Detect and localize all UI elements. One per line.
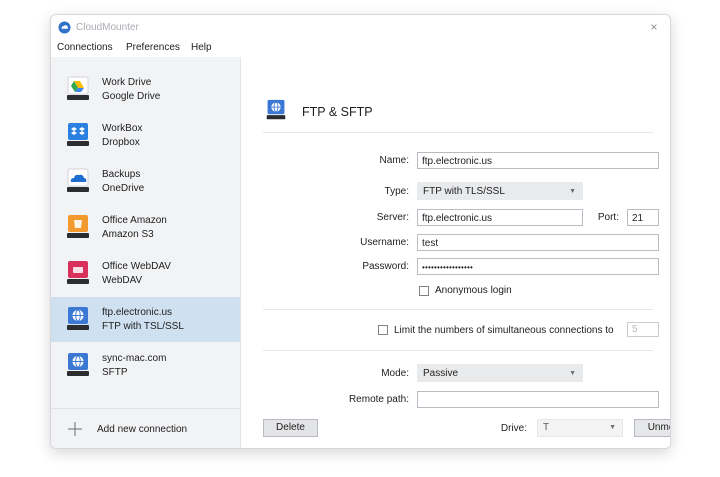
anonymous-login-label: Anonymous login [435,285,512,296]
dropbox-icon [65,121,91,149]
page-title: FTP & SFTP [302,105,373,119]
connection-name: Office Amazon [102,215,167,226]
server-label: Server: [376,212,409,223]
app-window: CloudMounter × Connections Preferences H… [50,14,671,449]
type-label: Type: [384,186,409,197]
divider [263,132,653,133]
connection-details-panel: FTP & SFTP Name: ftp.electronic.us Type:… [241,57,670,448]
port-label: Port: [597,212,619,223]
divider [263,309,653,310]
connection-type: Google Drive [102,91,161,102]
connections-sidebar: Work Drive Google Drive WorkBox Dropbox … [51,57,241,448]
delete-button[interactable]: Delete [263,419,318,437]
chevron-down-icon: ▼ [569,188,576,195]
sidebar-item-office-amazon[interactable]: Office Amazon Amazon S3 [51,205,240,250]
sidebar-item-work-drive[interactable]: Work Drive Google Drive [51,67,240,112]
add-connection-label: Add new connection [97,424,188,435]
webdav-icon [65,259,91,287]
limit-connections-field[interactable]: 5 [627,322,659,337]
connection-name: Backups [102,169,141,180]
connection-name: WorkBox [102,123,143,134]
connection-type: OneDrive [102,183,145,194]
sidebar-item-office-webdav[interactable]: Office WebDAV WebDAV [51,251,240,296]
remote-path-field[interactable] [417,391,659,408]
server-field[interactable]: ftp.electronic.us [417,209,583,226]
sidebar-divider [51,408,240,409]
drive-select[interactable]: T ▼ [537,419,623,437]
username-field[interactable]: test [417,234,659,251]
anonymous-login-checkbox[interactable] [419,286,429,296]
mode-value: Passive [423,368,459,379]
cloudmounter-logo-icon [58,21,71,34]
title-bar[interactable]: CloudMounter × [51,15,670,41]
password-field[interactable]: ••••••••••••••••• [417,258,659,275]
drive-value: T [543,422,550,433]
unmount-button[interactable]: Unmount [634,419,670,437]
ftp-sftp-globe-icon [265,98,287,122]
google-drive-icon [65,75,91,103]
remote-path-label: Remote path: [348,394,409,405]
divider [263,350,653,351]
menu-help[interactable]: Help [191,42,212,53]
onedrive-icon [65,167,91,195]
connection-type: Dropbox [102,137,140,148]
limit-connections-label: Limit the numbers of simultaneous connec… [394,325,614,336]
connection-name: Office WebDAV [102,261,171,272]
ftp-globe-icon [65,305,91,333]
menu-preferences[interactable]: Preferences [126,42,180,53]
sidebar-item-ftp-electronic[interactable]: ftp.electronic.us FTP with TSL/SSL [51,297,240,342]
mode-select[interactable]: Passive ▼ [417,364,583,382]
connection-type: Amazon S3 [102,229,154,240]
menu-bar: Connections Preferences Help [51,42,670,56]
sidebar-item-backups[interactable]: Backups OneDrive [51,159,240,204]
password-label: Password: [362,261,409,272]
port-field[interactable]: 21 [627,209,659,226]
type-select[interactable]: FTP with TLS/SSL ▼ [417,182,583,200]
mode-label: Mode: [381,368,409,379]
sidebar-item-sync-mac[interactable]: sync-mac.com SFTP [51,343,240,388]
drive-label: Drive: [500,423,527,434]
type-value: FTP with TLS/SSL [423,186,505,197]
plus-icon [67,421,83,437]
connection-name: ftp.electronic.us [102,307,173,318]
connection-name: Work Drive [102,77,152,88]
sftp-globe-icon [65,351,91,379]
connection-type: FTP with TSL/SSL [102,321,184,332]
amazon-s3-icon [65,213,91,241]
add-connection-button[interactable]: Add new connection [63,419,233,441]
close-button[interactable]: × [646,19,662,35]
sidebar-item-workbox[interactable]: WorkBox Dropbox [51,113,240,158]
limit-connections-checkbox[interactable] [378,325,388,335]
menu-connections[interactable]: Connections [57,42,113,53]
connection-name: sync-mac.com [102,353,167,364]
username-label: Username: [360,237,409,248]
chevron-down-icon: ▼ [569,370,576,377]
chevron-down-icon: ▼ [609,424,616,431]
name-label: Name: [379,155,409,166]
name-field[interactable]: ftp.electronic.us [417,152,659,169]
connection-type: SFTP [102,367,128,378]
window-title: CloudMounter [76,22,139,33]
connection-type: WebDAV [102,275,143,286]
